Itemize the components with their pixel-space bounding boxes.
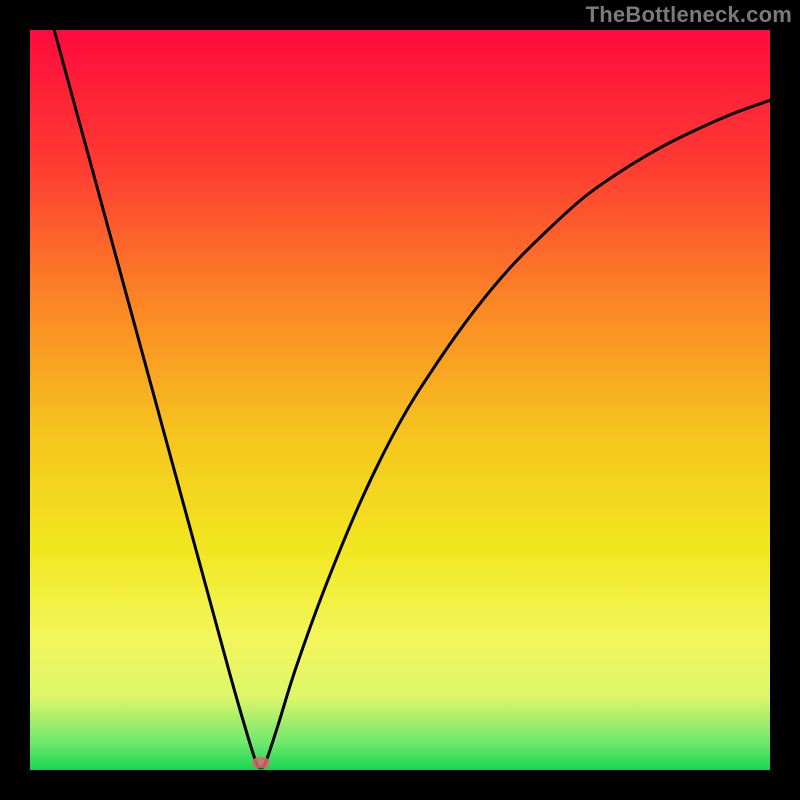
- plot-area: [30, 30, 770, 770]
- optimal-marker: [252, 757, 270, 769]
- watermark-text: TheBottleneck.com: [586, 2, 792, 28]
- gradient-background: [30, 30, 770, 770]
- bottleneck-chart: [30, 30, 770, 770]
- chart-container: TheBottleneck.com: [0, 0, 800, 800]
